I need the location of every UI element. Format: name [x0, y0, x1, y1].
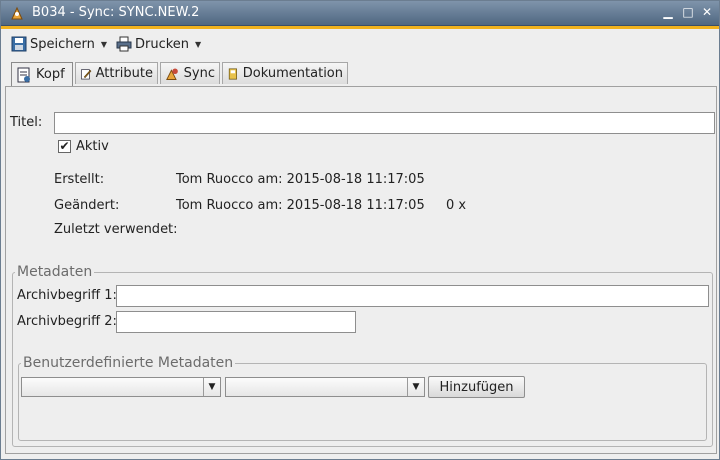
- sync-icon: [166, 68, 178, 80]
- created-label: Erstellt:: [54, 172, 105, 187]
- title-label: Titel:: [10, 115, 43, 130]
- created-value: Tom Ruocco am: 2015-08-18 11:17:05: [176, 172, 425, 187]
- tab-label: Attribute: [95, 66, 153, 81]
- archive1-label: Archivbegriff 1:: [17, 288, 117, 303]
- metadata-legend: Metadaten: [17, 264, 93, 280]
- tab-label: Sync: [183, 66, 215, 81]
- active-label: Aktiv: [76, 139, 109, 154]
- custom-metadata-value-select[interactable]: ▼: [225, 377, 425, 397]
- changed-label: Geändert:: [54, 198, 120, 213]
- window-title: B034 - Sync: SYNC.NEW.2: [32, 5, 200, 20]
- chevron-down-icon[interactable]: ▼: [203, 378, 220, 396]
- tab-label: Dokumentation: [242, 66, 343, 81]
- custom-metadata-legend: Benutzerdefinierte Metadaten: [23, 355, 234, 371]
- tab-sync[interactable]: Sync: [160, 62, 220, 84]
- archive1-input[interactable]: [116, 285, 709, 307]
- printer-icon: [116, 36, 132, 52]
- close-button[interactable]: ✕: [700, 5, 714, 19]
- save-dropdown-icon[interactable]: ▼: [101, 40, 107, 49]
- custom-metadata-key-select[interactable]: ▼: [21, 377, 221, 397]
- add-metadata-label: Hinzufügen: [439, 379, 514, 395]
- print-button[interactable]: Drucken ▼: [116, 34, 201, 54]
- title-bar: B034 - Sync: SYNC.NEW.2 ▁ □ ✕: [1, 1, 719, 26]
- app-window: B034 - Sync: SYNC.NEW.2 ▁ □ ✕ Speichern …: [0, 0, 720, 460]
- app-logo-icon: [11, 6, 23, 20]
- edit-attributes-icon: [81, 68, 92, 79]
- save-icon: [11, 36, 27, 52]
- custom-metadata-group: Benutzerdefinierte Metadaten: [18, 355, 707, 441]
- toolbar: Speichern ▼ Drucken ▼: [1, 29, 719, 59]
- print-label: Drucken: [135, 36, 190, 52]
- save-button[interactable]: Speichern ▼: [11, 34, 107, 54]
- changed-count: 0 x: [446, 198, 467, 213]
- changed-value: Tom Ruocco am: 2015-08-18 11:17:05: [176, 198, 425, 213]
- minimize-button[interactable]: ▁: [661, 5, 675, 19]
- add-metadata-button[interactable]: Hinzufügen: [428, 376, 525, 398]
- archive2-input[interactable]: [116, 311, 356, 333]
- chevron-down-icon[interactable]: ▼: [407, 378, 424, 396]
- tab-panel-kopf: Titel: ✔ Aktiv Erstellt: Tom Ruocco am: …: [5, 86, 717, 454]
- tab-label: Kopf: [36, 67, 65, 82]
- book-icon: [228, 67, 237, 80]
- active-checkbox[interactable]: ✔: [58, 140, 71, 153]
- save-label: Speichern: [30, 36, 95, 52]
- maximize-button[interactable]: □: [681, 5, 695, 19]
- tab-attribute[interactable]: Attribute: [75, 62, 158, 84]
- last-used-label: Zuletzt verwendet:: [54, 222, 178, 237]
- header-doc-icon: [17, 67, 30, 82]
- archive2-label: Archivbegriff 2:: [17, 314, 117, 329]
- tab-kopf[interactable]: Kopf: [11, 62, 73, 86]
- title-input[interactable]: [54, 112, 715, 134]
- tab-dokumentation[interactable]: Dokumentation: [222, 62, 348, 84]
- print-dropdown-icon[interactable]: ▼: [195, 40, 201, 49]
